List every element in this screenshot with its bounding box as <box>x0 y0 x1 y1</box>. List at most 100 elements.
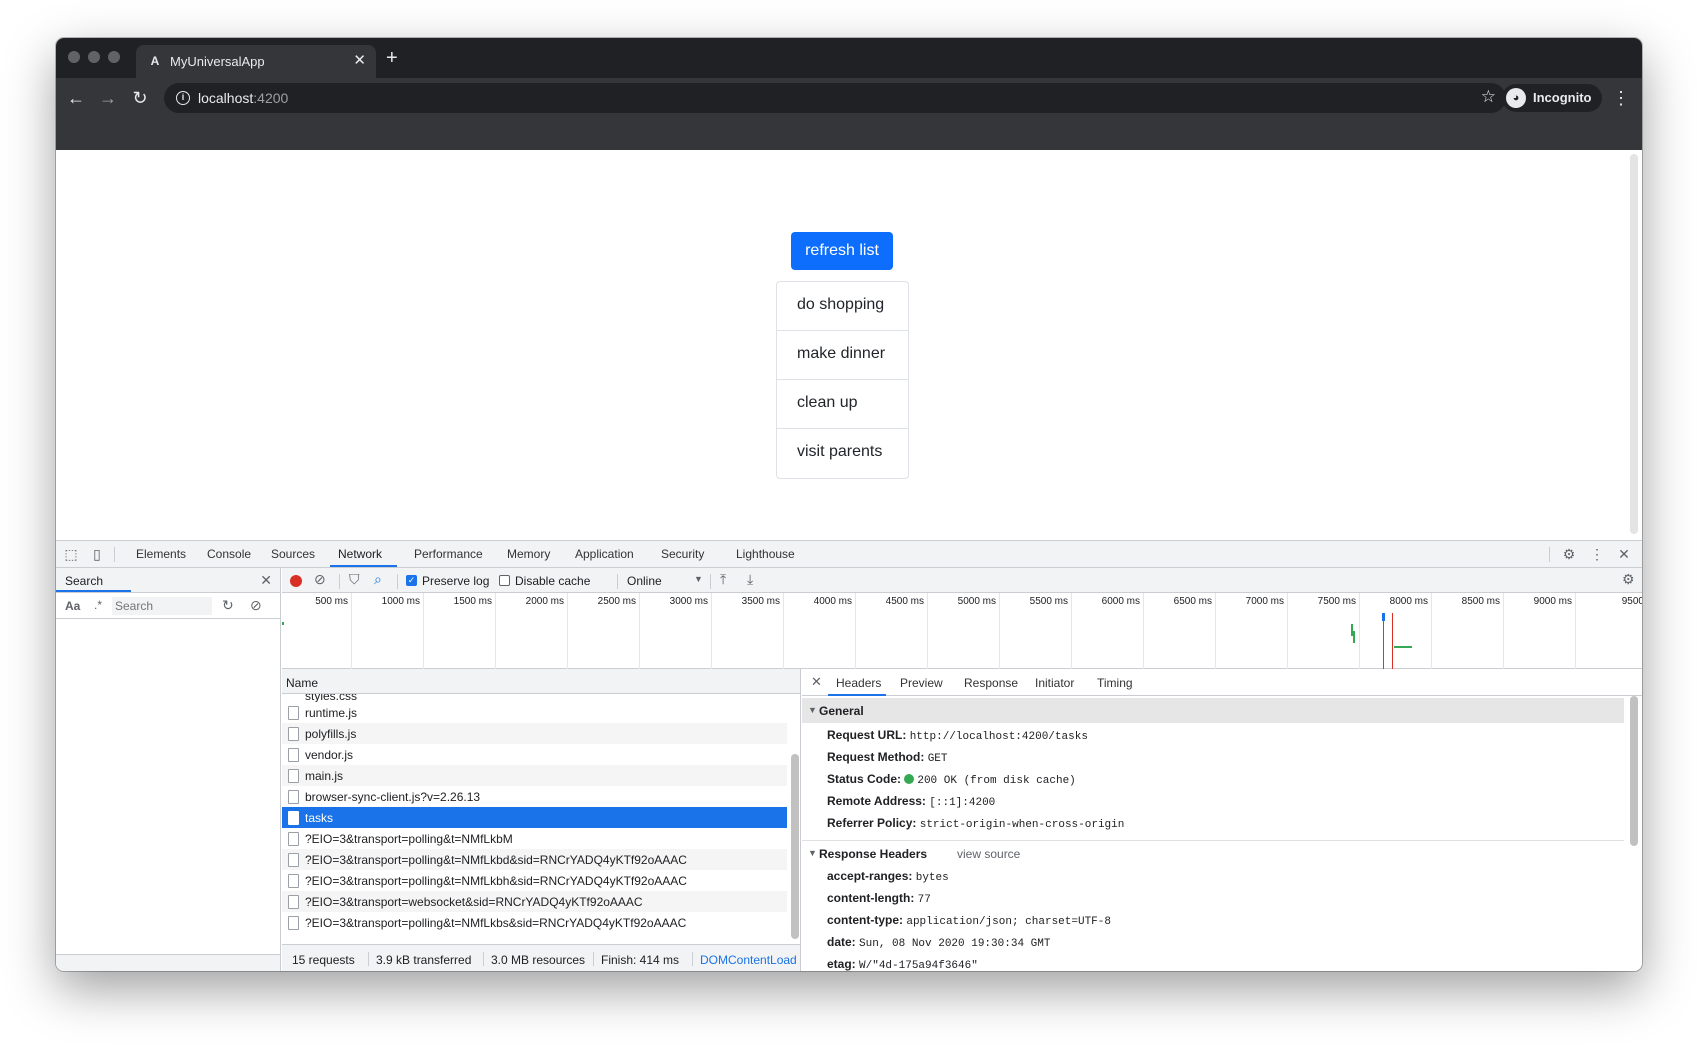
more-menu-icon[interactable]: ⋮ <box>1612 86 1630 110</box>
export-har-icon[interactable]: ⤓ <box>747 571 753 588</box>
active-tab-indicator <box>828 694 886 696</box>
request-name: runtime.js <box>305 706 358 720</box>
table-row[interactable]: ?EIO=3&transport=websocket&sid=RNCrYADQ4… <box>282 891 787 912</box>
document-icon <box>288 853 299 867</box>
timeline-tick-label: 9500 <box>1621 596 1642 607</box>
transferred-size: 3.9 kB transferred <box>376 953 472 967</box>
url-text: localhost:4200 <box>198 90 289 106</box>
response-headers-section-header[interactable]: ▼ Response Headers view source <box>802 840 1624 865</box>
table-row[interactable]: polyfills.js <box>282 723 787 744</box>
tab-network[interactable]: Network <box>338 547 382 561</box>
timeline-tick-label: 2500 ms <box>597 596 636 607</box>
star-icon[interactable]: ☆ <box>1481 87 1496 107</box>
tab-timing[interactable]: Timing <box>1097 676 1133 690</box>
request-name: tasks <box>305 811 334 825</box>
gear-icon[interactable]: ⚙ <box>1622 571 1635 588</box>
timeline-gridline <box>927 593 928 669</box>
disable-cache-checkbox[interactable] <box>499 575 510 586</box>
header-key: content-length: <box>827 891 915 905</box>
back-icon[interactable]: ← <box>64 86 88 110</box>
import-har-icon[interactable]: ⤒ <box>720 571 726 588</box>
tab-performance[interactable]: Performance <box>414 547 483 561</box>
info-icon[interactable]: i <box>176 91 190 105</box>
browser-tab[interactable]: A MyUniversalApp ✕ <box>136 45 376 78</box>
details-scrollbar[interactable] <box>1630 696 1638 846</box>
table-row[interactable]: ?EIO=3&transport=polling&t=NMfLkbs&sid=R… <box>282 912 787 933</box>
header-row: date: Sun, 08 Nov 2020 19:30:34 GMT <box>827 935 1050 950</box>
tab-initiator[interactable]: Initiator <box>1035 676 1074 690</box>
close-window-button[interactable] <box>68 51 80 63</box>
reload-icon[interactable]: ↻ <box>128 86 152 110</box>
tab-security[interactable]: Security <box>661 547 704 561</box>
browser-toolbar: ← → ↻ i localhost:4200 ☆ ◕ Incognito ⋮ <box>56 78 1642 118</box>
domcontentloaded-link[interactable]: DOMContentLoad <box>700 953 797 967</box>
filter-icon[interactable]: ⛉ <box>349 571 360 588</box>
minimize-window-button[interactable] <box>88 51 100 63</box>
match-case-button[interactable]: Aa <box>65 599 80 613</box>
tab-lighthouse[interactable]: Lighthouse <box>736 547 795 561</box>
address-bar[interactable]: i localhost:4200 ☆ <box>164 83 1506 113</box>
throttling-select[interactable]: Online <box>627 574 662 588</box>
name-column-header[interactable]: Name <box>282 669 800 694</box>
table-row[interactable]: ?EIO=3&transport=polling&t=NMfLkbh&sid=R… <box>282 870 787 891</box>
table-row[interactable]: main.js <box>282 765 787 786</box>
timeline-gridline <box>999 593 1000 669</box>
tab-application[interactable]: Application <box>575 547 634 561</box>
tab-response[interactable]: Response <box>964 676 1018 690</box>
device-toolbar-icon[interactable]: ▯ <box>88 545 106 563</box>
forward-icon[interactable]: → <box>96 86 120 110</box>
network-summary-bar: 15 requests 3.9 kB transferred 3.0 MB re… <box>282 944 800 971</box>
clear-icon[interactable]: ⊘ <box>314 571 326 588</box>
table-row[interactable]: tasks <box>282 807 787 828</box>
request-name: browser-sync-client.js?v=2.26.13 <box>305 790 481 804</box>
table-row[interactable]: ?EIO=3&transport=polling&t=NMfLkbM <box>282 828 787 849</box>
record-button[interactable] <box>290 575 302 587</box>
timeline-gridline <box>351 593 352 669</box>
general-section-header[interactable]: ▼ General <box>802 698 1624 723</box>
refresh-list-button[interactable]: refresh list <box>791 232 893 270</box>
tab-console[interactable]: Console <box>207 547 251 561</box>
tab-elements[interactable]: Elements <box>136 547 186 561</box>
tab-sources[interactable]: Sources <box>271 547 315 561</box>
search-input[interactable] <box>112 597 212 615</box>
request-list-scrollbar[interactable] <box>791 754 799 939</box>
request-count: 15 requests <box>292 953 355 967</box>
network-toolbar: ⊘ ⛉ ⌕ ✓ Preserve log Disable cache Onlin… <box>282 568 1642 593</box>
header-value: bytes <box>915 872 949 884</box>
clear-icon[interactable]: ⊘ <box>250 597 262 614</box>
more-options-icon[interactable]: ⋮ <box>1588 545 1606 563</box>
tab-memory[interactable]: Memory <box>507 547 550 561</box>
table-row[interactable]: runtime.js <box>282 702 787 723</box>
table-row[interactable]: vendor.js <box>282 744 787 765</box>
close-icon[interactable]: ✕ <box>260 572 272 589</box>
chevron-down-icon: ▼ <box>694 574 703 584</box>
header-row: accept-ranges: bytes <box>827 869 949 884</box>
tab-preview[interactable]: Preview <box>900 676 943 690</box>
table-row[interactable]: ?EIO=3&transport=polling&t=NMfLkbd&sid=R… <box>282 849 787 870</box>
search-status-bar <box>56 954 280 971</box>
header-value: GET <box>927 753 948 765</box>
search-icon[interactable]: ⌕ <box>374 571 382 588</box>
document-icon <box>288 916 299 930</box>
incognito-badge[interactable]: ◕ Incognito <box>1502 84 1602 112</box>
maximize-window-button[interactable] <box>108 51 120 63</box>
timeline-overview[interactable]: 500 ms 1000 ms 1500 ms 2000 ms 2500 ms 3000 m… <box>282 593 1642 669</box>
gear-icon[interactable]: ⚙ <box>1560 545 1578 563</box>
inspect-element-icon[interactable]: ⬚ <box>62 545 80 563</box>
search-title[interactable]: Search <box>65 574 103 588</box>
page-scrollbar[interactable] <box>1630 154 1638 534</box>
view-source-link[interactable]: view source <box>957 847 1020 861</box>
close-icon[interactable]: ✕ <box>353 53 366 68</box>
divider <box>114 547 115 562</box>
preserve-log-checkbox[interactable]: ✓ <box>406 575 417 586</box>
refresh-icon[interactable]: ↻ <box>222 597 234 614</box>
regex-button[interactable]: .* <box>94 598 102 612</box>
tab-headers[interactable]: Headers <box>836 676 881 690</box>
close-icon[interactable]: ✕ <box>811 674 822 690</box>
table-row[interactable]: styles.css <box>282 694 787 702</box>
todo-list: do shopping make dinner clean up visit p… <box>776 281 909 479</box>
table-row[interactable]: browser-sync-client.js?v=2.26.13 <box>282 786 787 807</box>
new-tab-icon[interactable]: + <box>386 48 398 68</box>
network-panel: ⊘ ⛉ ⌕ ✓ Preserve log Disable cache Onlin… <box>282 568 1642 971</box>
close-icon[interactable]: ✕ <box>1615 545 1633 563</box>
